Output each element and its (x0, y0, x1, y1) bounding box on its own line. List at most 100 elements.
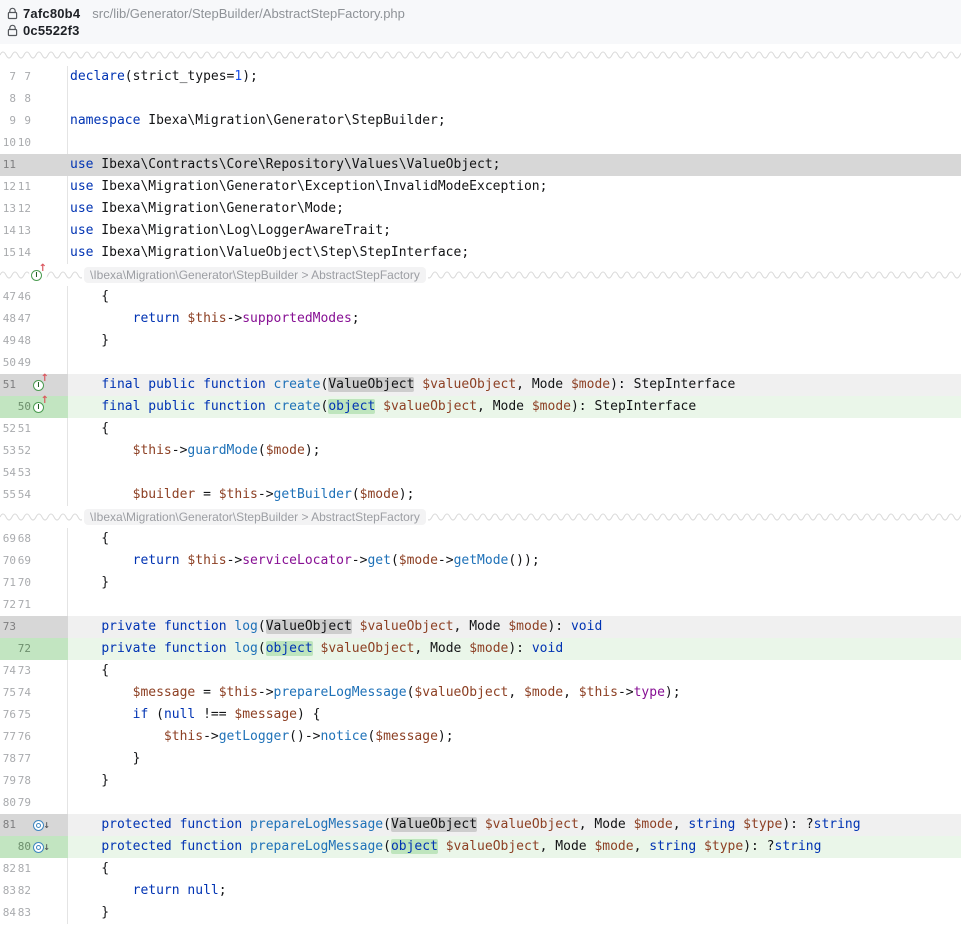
code-line[interactable]: } (68, 770, 961, 792)
line-number-old: 10 (2, 132, 16, 154)
code-line[interactable]: if (null !== $message) { (68, 704, 961, 726)
implements-icon[interactable]: I↑ (33, 400, 47, 414)
line-number-old: 72 (2, 594, 16, 616)
code-token: $mode (508, 619, 547, 634)
line-number-new: 80 (17, 836, 31, 858)
code-line[interactable]: } (68, 902, 961, 924)
diff-row: 8382 return null; (0, 880, 961, 902)
diff-row: 81↓ protected function prepareLogMessage… (0, 814, 961, 836)
code-line[interactable]: use Ibexa\Migration\ValueObject\Step\Ste… (68, 242, 961, 264)
code-token: } (70, 575, 109, 590)
line-number-new: 8 (17, 88, 31, 110)
collapsed-region-top-separator (0, 44, 961, 66)
down-arrow-icon: ↓ (43, 843, 50, 852)
code-token: , (508, 685, 524, 700)
gutter: 5554 (0, 484, 68, 506)
code-line[interactable]: use Ibexa\Migration\Generator\Exception\… (68, 176, 961, 198)
line-number-old: 69 (2, 528, 16, 550)
code-token: = (195, 487, 218, 502)
code-line[interactable]: final public function create(object $val… (68, 396, 961, 418)
diff-row: 11use Ibexa\Contracts\Core\Repository\Va… (0, 154, 961, 176)
code-line[interactable]: { (68, 858, 961, 880)
diff-row: 1312use Ibexa\Migration\Generator\Mode; (0, 198, 961, 220)
code-token: $mode (266, 443, 305, 458)
code-token: !== (195, 707, 234, 722)
code-line[interactable]: use Ibexa\Migration\Generator\Mode; (68, 198, 961, 220)
code-token: , (634, 839, 650, 854)
diff-row: 8079 (0, 792, 961, 814)
code-line[interactable]: $this->guardMode($mode); (68, 440, 961, 462)
code-token (352, 619, 360, 634)
implements-icon[interactable]: I↑ (31, 268, 45, 282)
code-line[interactable]: { (68, 528, 961, 550)
code-token: ( (258, 619, 266, 634)
overridden-icon[interactable]: ↓ (33, 840, 47, 854)
code-token: -> (618, 685, 634, 700)
code-line[interactable]: namespace Ibexa\Migration\Generator\Step… (68, 110, 961, 132)
code-token: function (180, 817, 243, 832)
implements-icon[interactable]: I↑ (33, 378, 47, 392)
code-token: ()); (508, 553, 539, 568)
code-token: } (70, 905, 109, 920)
code-line[interactable]: } (68, 748, 961, 770)
code-token: serviceLocator (242, 553, 352, 568)
code-token: return (133, 311, 180, 326)
collapsed-region-breadcrumb[interactable]: \Ibexa\Migration\Generator\StepBuilder >… (84, 267, 426, 283)
line-number-new: 14 (17, 242, 31, 264)
gutter: 6968 (0, 528, 68, 550)
diff-row: 4746 { (0, 286, 961, 308)
code-line[interactable] (68, 462, 961, 484)
diff-row: 80 ↓ protected function prepareLogMessage… (0, 836, 961, 858)
code-line[interactable]: { (68, 660, 961, 682)
code-line[interactable]: private function log(ValueObject $valueO… (68, 616, 961, 638)
down-arrow-icon: ↓ (43, 821, 50, 830)
code-line[interactable]: protected function prepareLogMessage(Val… (68, 814, 961, 836)
code-token (70, 619, 101, 634)
code-line[interactable]: $this->getLogger()->notice($message); (68, 726, 961, 748)
code-line[interactable]: declare(strict_types=1); (68, 66, 961, 88)
code-line[interactable]: { (68, 418, 961, 440)
line-number-old: 79 (2, 770, 16, 792)
code-line[interactable]: } (68, 572, 961, 594)
code-token: function (180, 839, 243, 854)
code-line[interactable]: use Ibexa\Migration\Log\LoggerAwareTrait… (68, 220, 961, 242)
code-token (195, 399, 203, 414)
line-number-new: 49 (17, 352, 31, 374)
code-token: (strict_types= (125, 69, 235, 84)
code-token (70, 487, 133, 502)
code-line[interactable]: { (68, 286, 961, 308)
line-number-old: 77 (2, 726, 16, 748)
code-line[interactable]: $builder = $this->getBuilder($mode); (68, 484, 961, 506)
up-arrow-icon: ↑ (39, 263, 47, 274)
code-line[interactable]: } (68, 330, 961, 352)
code-token: $this (219, 487, 258, 502)
code-line[interactable]: return null; (68, 880, 961, 902)
code-token (70, 729, 164, 744)
code-line[interactable]: use Ibexa\Contracts\Core\Repository\Valu… (68, 154, 961, 176)
code-line[interactable] (68, 594, 961, 616)
code-token: , Mode (540, 839, 595, 854)
diff-row: 7978 } (0, 770, 961, 792)
code-token: use (70, 157, 93, 172)
code-line[interactable]: final public function create(ValueObject… (68, 374, 961, 396)
code-line[interactable]: protected function prepareLogMessage(obj… (68, 836, 961, 858)
code-line[interactable]: return $this->supportedModes; (68, 308, 961, 330)
code-token (266, 377, 274, 392)
code-line[interactable] (68, 352, 961, 374)
overridden-icon[interactable]: ↓ (33, 818, 47, 832)
code-token: private (101, 641, 156, 656)
diff-row: 50I↑ final public function create(object… (0, 396, 961, 418)
code-token: string (775, 839, 822, 854)
line-number-new: 10 (17, 132, 31, 154)
code-line[interactable] (68, 132, 961, 154)
gutter: 1010 (0, 132, 68, 154)
code-line[interactable] (68, 88, 961, 110)
code-line[interactable] (68, 792, 961, 814)
revision-row-right: 0c5522f3 (7, 22, 961, 38)
collapsed-region-breadcrumb[interactable]: \Ibexa\Migration\Generator\StepBuilder >… (84, 509, 426, 525)
code-line[interactable]: private function log(object $valueObject… (68, 638, 961, 660)
gutter: 50I↑ (0, 396, 68, 418)
code-line[interactable]: $message = $this->prepareLogMessage($val… (68, 682, 961, 704)
code-line[interactable]: return $this->serviceLocator->get($mode-… (68, 550, 961, 572)
diff-row: 99namespace Ibexa\Migration\Generator\St… (0, 110, 961, 132)
